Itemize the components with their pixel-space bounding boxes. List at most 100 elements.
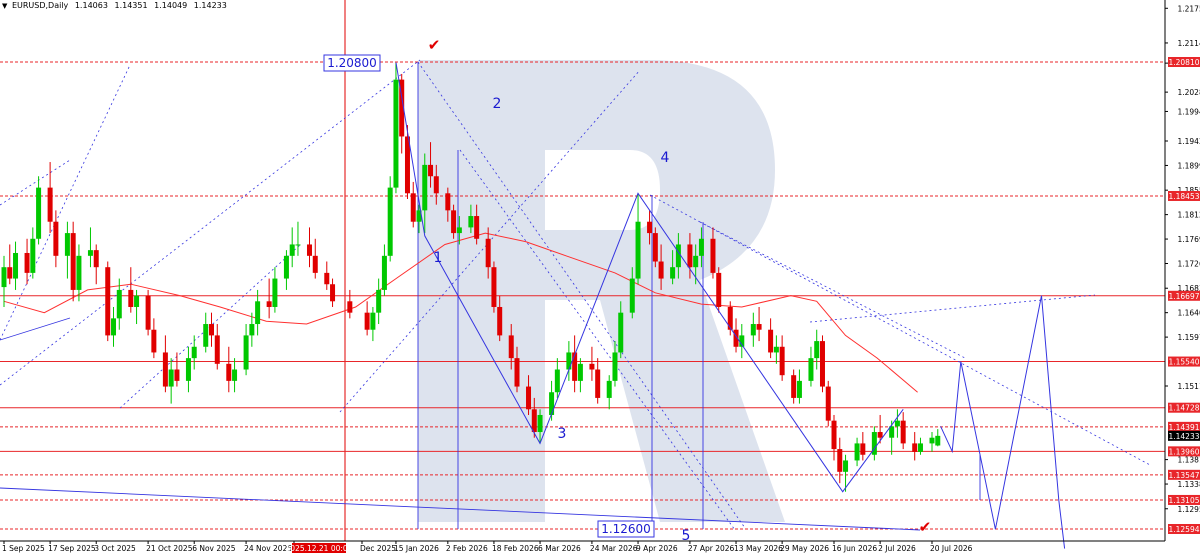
candle-body [370,312,376,330]
candle-body [289,244,295,256]
candle-body [243,335,249,370]
price-tick-label: 1.18990 [1177,161,1200,170]
symbol-name: EURUSD,Daily [11,1,69,10]
candle-body [773,346,779,353]
price-tag-label: 1.20810 [1168,58,1199,67]
price-tag-label: 1.13105 [1168,496,1199,505]
candle-body [30,238,36,273]
candle-body [162,352,168,387]
time-tick-label: 17 Sep 2025 [48,544,96,553]
candle-body [825,386,831,421]
ohlc-close: 1.14233 [193,1,227,10]
candle-body [670,267,676,279]
candle-body [877,432,883,438]
time-tick-label: 2 Jul 2026 [878,544,916,553]
candle-body [185,358,191,381]
candle-body [249,324,255,336]
candle-body [347,301,353,313]
candle-body [381,255,387,290]
price-tag-label: 1.18453 [1168,192,1199,201]
candle-body [566,352,572,370]
candle-body [1,267,7,288]
wave-label-5: 5 [682,528,691,544]
candle-body [203,324,209,347]
price-tag-label: 1.13960 [1168,447,1199,456]
price-tick-label: 1.17265 [1177,259,1200,268]
candle-body [312,255,318,273]
candle-body [652,233,658,262]
candle-body [306,244,312,256]
candle-body [209,324,215,336]
candle-body [698,238,704,256]
price-tick-label: 1.12950 [1177,505,1200,514]
wave-label-1: 1 [434,250,443,266]
candle-body [497,306,503,336]
candle-body [324,272,330,285]
candle-body [658,261,664,279]
candle-body [768,329,774,353]
candle-body [635,221,641,279]
candle-body [168,369,174,387]
candle-body [710,238,716,273]
check-mark-top: ✔ [428,36,441,54]
candle-body [514,358,520,387]
candle-body [468,216,474,228]
candle-body [47,187,53,222]
candle-body [410,193,416,222]
price-tick-label: 1.21145 [1177,39,1200,48]
price-tag-label: 1.14728 [1168,404,1199,413]
candle-body [376,289,382,313]
candle-body [779,346,785,376]
time-highlight-label: 2025.12.21 00:00 [286,544,353,553]
candle-body [526,386,532,410]
candle-body [226,363,232,381]
price-tick-label: 1.15110 [1177,382,1200,391]
candle-body [647,221,653,234]
candle-body [111,318,117,336]
candle-body [900,420,906,444]
check-mark-bottom: ✔ [919,518,932,536]
candle-body [485,238,491,268]
candle-body [330,284,336,302]
time-tick-label: 21 Oct 2025 [146,544,193,553]
candle-body [819,341,825,387]
candle-body [255,301,261,325]
candle-body [7,267,13,279]
ohlc-low: 1.14049 [154,1,188,10]
wave-label-2: 2 [493,96,502,112]
candle-body [70,233,76,290]
candle-body [76,255,82,290]
candle-body [860,443,866,455]
wave-label-3: 3 [558,426,567,442]
candle-body [537,414,543,433]
low-price-label: 1.12600 [597,520,655,538]
candle-body [445,193,451,211]
price-tag-label: 1.15540 [1168,358,1199,367]
candle-body [693,255,699,268]
time-tick-label: 15 Jan 2026 [394,544,439,553]
price-tick-label: 1.20280 [1177,88,1200,97]
candle-body [577,363,583,381]
price-chart[interactable]: 123451.208001.12600✔✔1.217551.211451.207… [0,0,1200,555]
candle-body [191,346,197,359]
price-tick-label: 1.18125 [1177,211,1200,220]
candle-body [618,312,624,353]
candle-body [134,295,140,307]
candle-body [474,216,480,239]
candle-body [837,449,843,472]
wave-label-4: 4 [661,150,670,166]
candle-body [549,392,555,415]
time-tick-label: 6 Nov 2025 [192,544,235,553]
candle-body [393,79,399,188]
price-tick-label: 1.13815 [1177,456,1200,465]
time-tick-label: 24 Mar 2026 [590,544,638,553]
candle-body [727,306,733,330]
time-tick-label: 6 Mar 2026 [538,544,581,553]
candle-body [128,289,134,307]
candle-body [912,443,918,452]
price-tick-label: 1.13385 [1177,480,1200,489]
candle-body [831,420,837,450]
price-tick-label: 1.17695 [1177,235,1200,244]
symbol-info-bar: ▼ EURUSD,Daily 1.14063 1.14351 1.14049 1… [2,1,231,10]
symbol-menu-icon[interactable]: ▼ [2,2,7,10]
